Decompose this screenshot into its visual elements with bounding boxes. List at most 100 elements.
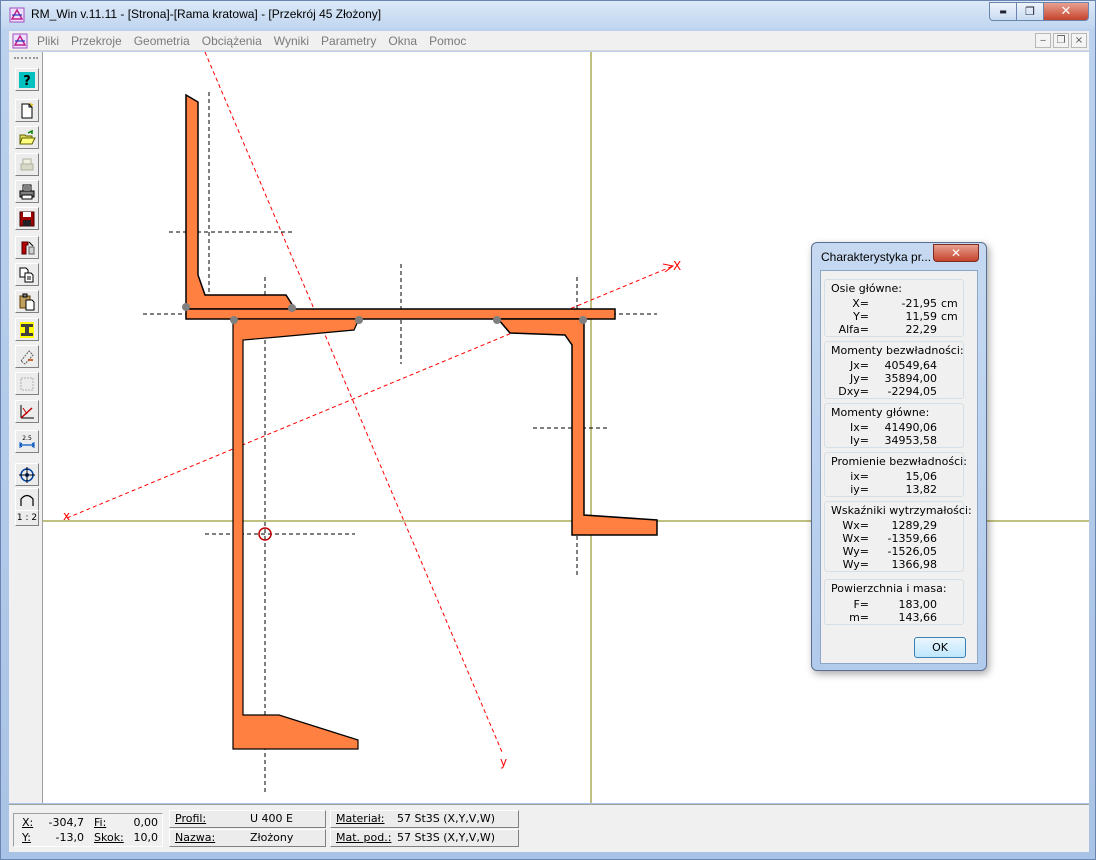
help-button[interactable]: ? <box>15 68 39 91</box>
fi-value: 0,00 <box>133 816 159 829</box>
dialog-close-button[interactable]: ✕ <box>933 244 979 262</box>
toolbar-grip[interactable] <box>14 57 38 59</box>
svg-text:?: ? <box>23 74 31 89</box>
app-window: RM_Win v.11.11 - [Strona]-[Rama kratowa]… <box>0 0 1096 860</box>
mdi-close-button[interactable]: × <box>1071 33 1087 48</box>
property-row: Iy= 34953,58 <box>850 434 937 447</box>
menu-pliki[interactable]: Pliki <box>31 34 65 48</box>
open-folder-icon <box>19 129 36 144</box>
principal-axis-x-arrow <box>662 263 675 273</box>
mdi-restore-button[interactable]: ❐ <box>1053 33 1069 48</box>
profil-label: Profil: <box>175 812 207 825</box>
mat-pod-field[interactable]: Mat. pod.: 57 St3S (X,Y,V,W) <box>330 829 519 847</box>
copy-button[interactable] <box>15 263 39 286</box>
group-label: Osie główne: <box>831 282 902 295</box>
menu-bar: Pliki Przekroje Geometria Obciążenia Wyn… <box>9 31 1089 51</box>
characteristics-dialog: Charakterystyka pr... ✕ Osie główne: X= … <box>811 242 987 671</box>
app-icon[interactable] <box>9 7 25 23</box>
arch-button[interactable] <box>15 488 39 511</box>
properties-button[interactable] <box>15 236 39 259</box>
maximize-button[interactable]: ❐ <box>1016 2 1043 21</box>
minimize-button[interactable]: ▬ <box>989 2 1016 21</box>
axes-button[interactable] <box>15 400 39 423</box>
profil-field[interactable]: Profil: U 400 E <box>169 810 326 828</box>
menu-geometria[interactable]: Geometria <box>128 34 196 48</box>
rotate-shape-icon <box>20 349 34 365</box>
rotate-profile-button[interactable] <box>15 345 39 368</box>
vertical-toolbar: ? 2.5 1: 2 <box>9 52 43 803</box>
maximize-icon: ❐ <box>1025 5 1035 18</box>
menu-parametry[interactable]: Parametry <box>315 34 382 48</box>
property-row: Dxy= -2294,05 <box>838 385 937 398</box>
save-button[interactable] <box>15 207 39 230</box>
print-button[interactable] <box>15 180 39 203</box>
mirror-icon <box>20 377 34 390</box>
property-row: iy= 13,82 <box>850 483 937 496</box>
floppy-disk-icon <box>19 211 35 226</box>
center-button[interactable] <box>15 463 39 486</box>
mat-pod-label: Mat. pod.: <box>336 831 392 844</box>
material-value: 57 St3S (X,Y,V,W) <box>397 812 495 825</box>
menu-wyniki[interactable]: Wyniki <box>268 34 315 48</box>
property-row: m= 143,66 <box>849 611 937 624</box>
property-row: Ix= 41490,06 <box>850 421 937 434</box>
paste-icon <box>19 293 35 310</box>
group-label: Powierzchnia i masa: <box>831 582 947 595</box>
print-preview-button[interactable] <box>15 153 39 176</box>
axes-icon <box>20 404 34 419</box>
dimension-button[interactable]: 2.5 <box>15 430 39 453</box>
close-button[interactable]: ✕ <box>1043 2 1089 21</box>
menu-obciazenia[interactable]: Obciążenia <box>196 34 268 48</box>
i-beam-icon <box>20 321 34 338</box>
dialog-title: Charakterystyka pr... <box>821 250 932 264</box>
new-file-button[interactable] <box>15 99 39 122</box>
arch-icon <box>20 494 34 506</box>
property-row: F= 183,00 <box>853 598 937 611</box>
menu-items: Pliki Przekroje Geometria Obciążenia Wyn… <box>31 34 472 48</box>
nazwa-field[interactable]: Nazwa: Złożony <box>169 829 326 847</box>
group-moments-of-inertia: Momenty bezwładności: Jx= 40549,64 Jy= 3… <box>824 341 964 399</box>
window-controls: ▬ ❐ ✕ <box>989 2 1089 22</box>
help-icon: ? <box>19 71 35 89</box>
skok-value: 10,0 <box>133 831 159 844</box>
menu-pomoc[interactable]: Pomoc <box>423 34 472 48</box>
axis-y-label: y <box>500 755 507 769</box>
window-title: RM_Win v.11.11 - [Strona]-[Rama kratowa]… <box>31 7 382 21</box>
property-row: ix= 15,06 <box>850 470 937 483</box>
print-preview-icon <box>20 158 34 170</box>
mirror-button[interactable] <box>15 372 39 395</box>
y-label: Y: <box>22 831 31 844</box>
open-file-button[interactable] <box>15 126 39 149</box>
mat-pod-value: 57 St3S (X,Y,V,W) <box>397 831 495 844</box>
x-label: X: <box>22 816 34 829</box>
menu-przekroje[interactable]: Przekroje <box>65 34 128 48</box>
angle-profile-top <box>185 93 294 310</box>
flat-plate <box>185 308 616 320</box>
close-icon: ✕ <box>950 246 962 260</box>
x-value: -304,7 <box>48 816 84 829</box>
property-row: Jy= 35894,00 <box>850 372 937 385</box>
material-field[interactable]: Materiał: 57 St3S (X,Y,V,W) <box>330 810 519 828</box>
axis-x-label: X <box>673 259 681 273</box>
group-radii-of-gyration: Promienie bezwładności: ix= 15,06 iy= 13… <box>824 452 967 497</box>
group-area-mass: Powierzchnia i masa: F= 183,00 m= 143,66 <box>824 579 964 625</box>
scale-ratio-button[interactable]: 1 : 2 <box>15 510 39 526</box>
ok-button[interactable]: OK <box>914 637 966 658</box>
mdi-minimize-button[interactable]: ‒ <box>1035 33 1051 48</box>
copy-icon <box>19 267 34 282</box>
close-icon: ✕ <box>1060 4 1072 19</box>
property-row: Wy= 1366,98 <box>842 558 937 571</box>
property-row: Alfa= 22,29 <box>838 323 937 336</box>
document-icon[interactable] <box>12 33 28 49</box>
group-label: Momenty główne: <box>831 406 930 419</box>
new-file-icon <box>21 102 34 118</box>
property-row: Wx= -1359,66 <box>842 532 937 545</box>
axis-x-neg-label: x <box>63 509 70 523</box>
mdi-controls: ‒ ❐ × <box>1035 33 1087 48</box>
menu-okna[interactable]: Okna <box>382 34 423 48</box>
title-bar[interactable]: RM_Win v.11.11 - [Strona]-[Rama kratowa]… <box>1 1 1095 29</box>
i-beam-profile-button[interactable] <box>15 318 39 341</box>
svg-text:2.5: 2.5 <box>22 435 32 442</box>
property-row: Jx= 40549,64 <box>850 359 937 372</box>
paste-button[interactable] <box>15 290 39 313</box>
